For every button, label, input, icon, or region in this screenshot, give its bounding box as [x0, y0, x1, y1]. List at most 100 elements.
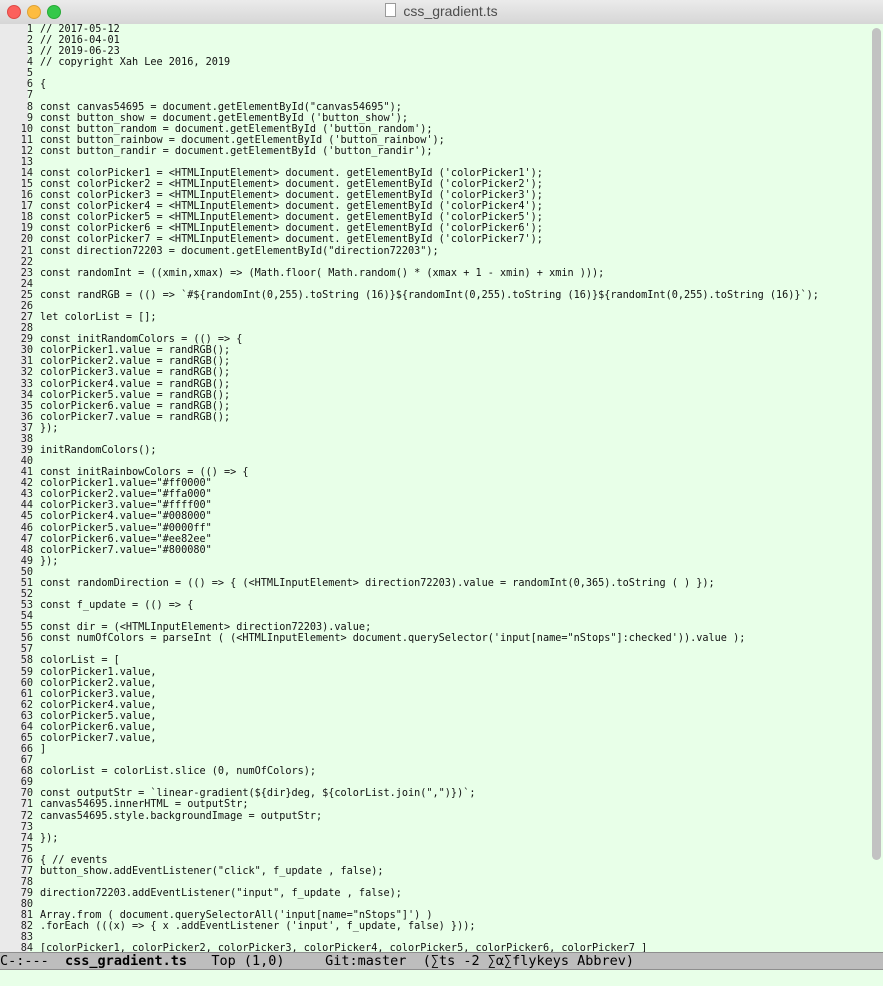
code-text[interactable] — [33, 68, 40, 79]
code-line[interactable]: 39 initRandomColors(); — [0, 445, 819, 456]
code-text[interactable]: colorPicker2.value, — [33, 678, 157, 689]
code-line[interactable]: 44 colorPicker3.value="#ffff00" — [0, 500, 819, 511]
code-line[interactable]: 67 — [0, 755, 819, 766]
code-text[interactable]: colorList = colorList.slice (0, numOfCol… — [33, 766, 316, 777]
code-text[interactable]: colorPicker5.value = randRGB(); — [33, 390, 230, 401]
code-text[interactable] — [33, 279, 40, 290]
code-text[interactable]: const randomDirection = (() => { (<HTMLI… — [33, 578, 715, 589]
code-text[interactable] — [33, 567, 40, 578]
code-line[interactable]: 76{ // events — [0, 855, 819, 866]
code-line[interactable]: 6{ — [0, 79, 819, 90]
code-line[interactable]: 3// 2019-06-23 — [0, 46, 819, 57]
code-line[interactable]: 12 const button_randir = document.getElem… — [0, 146, 819, 157]
code-line[interactable]: 69 — [0, 777, 819, 788]
code-line[interactable]: 5 — [0, 68, 819, 79]
code-text[interactable] — [33, 456, 40, 467]
code-line[interactable]: 17 const colorPicker4 = <HTMLInputElement… — [0, 201, 819, 212]
code-text[interactable]: const colorPicker1 = <HTMLInputElement> … — [33, 168, 543, 179]
code-text[interactable]: }); — [33, 833, 58, 844]
code-text[interactable]: const dir = (<HTMLInputElement> directio… — [33, 622, 371, 633]
code-text[interactable]: { — [33, 79, 46, 90]
code-text[interactable]: colorPicker4.value = randRGB(); — [33, 379, 230, 390]
code-text[interactable]: const randomInt = ((xmin,xmax) => (Math.… — [33, 268, 604, 279]
code-text[interactable] — [33, 301, 40, 312]
code-line[interactable]: 48 colorPicker7.value="#800080" — [0, 545, 819, 556]
code-text[interactable]: canvas54695.innerHTML = outputStr; — [33, 799, 249, 810]
code-line[interactable]: 26 — [0, 301, 819, 312]
code-text[interactable] — [33, 877, 40, 888]
code-line[interactable]: 75 — [0, 844, 819, 855]
code-text[interactable] — [33, 932, 40, 943]
code-line[interactable]: 83 — [0, 932, 819, 943]
code-line[interactable]: 11 const button_rainbow = document.getEle… — [0, 135, 819, 146]
code-text[interactable] — [33, 323, 40, 334]
code-text[interactable] — [33, 822, 40, 833]
code-area[interactable]: 1// 2017-05-12 2// 2016-04-01 3// 2019-06-… — [0, 24, 819, 952]
code-line[interactable]: 59 colorPicker1.value, — [0, 667, 819, 678]
code-line[interactable]: 47 colorPicker6.value="#ee82ee" — [0, 534, 819, 545]
code-line[interactable]: 35 colorPicker6.value = randRGB(); — [0, 401, 819, 412]
code-text[interactable] — [33, 589, 40, 600]
code-line[interactable]: 10 const button_random = document.getElem… — [0, 124, 819, 135]
code-text[interactable]: colorPicker3.value = randRGB(); — [33, 367, 230, 378]
code-line[interactable]: 22 — [0, 257, 819, 268]
code-text[interactable]: colorPicker1.value = randRGB(); — [33, 345, 230, 356]
code-text[interactable]: colorPicker3.value="#ffff00" — [33, 500, 212, 511]
code-line[interactable]: 21 const direction72203 = document.getEle… — [0, 246, 819, 257]
code-line[interactable]: 23 const randomInt = ((xmin,xmax) => (Mat… — [0, 268, 819, 279]
code-line[interactable]: 78 — [0, 877, 819, 888]
code-line[interactable]: 19 const colorPicker6 = <HTMLInputElement… — [0, 223, 819, 234]
code-line[interactable]: 29 const initRandomColors = (() => { — [0, 334, 819, 345]
code-text[interactable]: colorPicker4.value="#008000" — [33, 511, 212, 522]
code-line[interactable]: 33 colorPicker4.value = randRGB(); — [0, 379, 819, 390]
code-text[interactable]: initRandomColors(); — [33, 445, 157, 456]
code-text[interactable]: // 2019-06-23 — [33, 46, 120, 57]
code-line[interactable]: 65 colorPicker7.value, — [0, 733, 819, 744]
code-text[interactable]: button_show.addEventListener("click", f_… — [33, 866, 383, 877]
code-line[interactable]: 27 let colorList = []; — [0, 312, 819, 323]
code-line[interactable]: 63 colorPicker5.value, — [0, 711, 819, 722]
code-line[interactable]: 20 const colorPicker7 = <HTMLInputElement… — [0, 234, 819, 245]
code-line[interactable]: 25 const randRGB = (() => `#${randomInt(0… — [0, 290, 819, 301]
code-text[interactable]: ] — [33, 744, 46, 755]
code-line[interactable]: 18 const colorPicker5 = <HTMLInputElement… — [0, 212, 819, 223]
code-text[interactable]: const button_randir = document.getElemen… — [33, 146, 433, 157]
code-text[interactable]: colorPicker5.value="#0000ff" — [33, 523, 212, 534]
code-text[interactable] — [33, 844, 40, 855]
code-line[interactable]: 16 const colorPicker3 = <HTMLInputElement… — [0, 190, 819, 201]
code-line[interactable]: 72 canvas54695.style.backgroundImage = ou… — [0, 811, 819, 822]
code-line[interactable]: 81 Array.from ( document.querySelectorAll… — [0, 910, 819, 921]
code-text[interactable]: let colorList = []; — [33, 312, 157, 323]
code-line[interactable]: 60 colorPicker2.value, — [0, 678, 819, 689]
code-line[interactable]: 70 const outputStr = `linear-gradient(${d… — [0, 788, 819, 799]
code-text[interactable]: const canvas54695 = document.getElementB… — [33, 102, 402, 113]
scrollbar[interactable] — [872, 28, 881, 860]
code-line[interactable]: 58 colorList = [ — [0, 655, 819, 666]
code-line[interactable]: 77 button_show.addEventListener("click", … — [0, 866, 819, 877]
minibuffer[interactable] — [0, 970, 883, 986]
code-text[interactable] — [33, 777, 40, 788]
code-text[interactable]: const f_update = (() => { — [33, 600, 193, 611]
code-line[interactable]: 66] — [0, 744, 819, 755]
code-text[interactable] — [33, 434, 40, 445]
code-text[interactable]: const button_random = document.getElemen… — [33, 124, 433, 135]
code-text[interactable]: colorPicker1.value="#ff0000" — [33, 478, 212, 489]
code-line[interactable]: 9 const button_show = document.getElement… — [0, 113, 819, 124]
code-text[interactable]: colorList = [ — [33, 655, 120, 666]
code-line[interactable]: 45 colorPicker4.value="#008000" — [0, 511, 819, 522]
code-line[interactable]: 50 — [0, 567, 819, 578]
code-text[interactable]: const colorPicker2 = <HTMLInputElement> … — [33, 179, 543, 190]
code-text[interactable] — [33, 90, 40, 101]
code-line[interactable]: 4// copyright Xah Lee 2016, 2019 — [0, 57, 819, 68]
code-text[interactable]: [colorPicker1, colorPicker2, colorPicker… — [33, 943, 647, 952]
code-text[interactable]: colorPicker5.value, — [33, 711, 157, 722]
code-line[interactable]: 1// 2017-05-12 — [0, 24, 819, 35]
code-editor[interactable]: 1// 2017-05-12 2// 2016-04-01 3// 2019-06-… — [0, 24, 883, 952]
code-line[interactable]: 49}); — [0, 556, 819, 567]
code-line[interactable]: 43 colorPicker2.value="#ffa000" — [0, 489, 819, 500]
code-text[interactable]: const colorPicker4 = <HTMLInputElement> … — [33, 201, 543, 212]
code-line[interactable]: 54 — [0, 611, 819, 622]
code-text[interactable]: colorPicker6.value, — [33, 722, 157, 733]
code-line[interactable]: 30 colorPicker1.value = randRGB(); — [0, 345, 819, 356]
code-text[interactable]: .forEach (((x) => { x .addEventListener … — [33, 921, 475, 932]
